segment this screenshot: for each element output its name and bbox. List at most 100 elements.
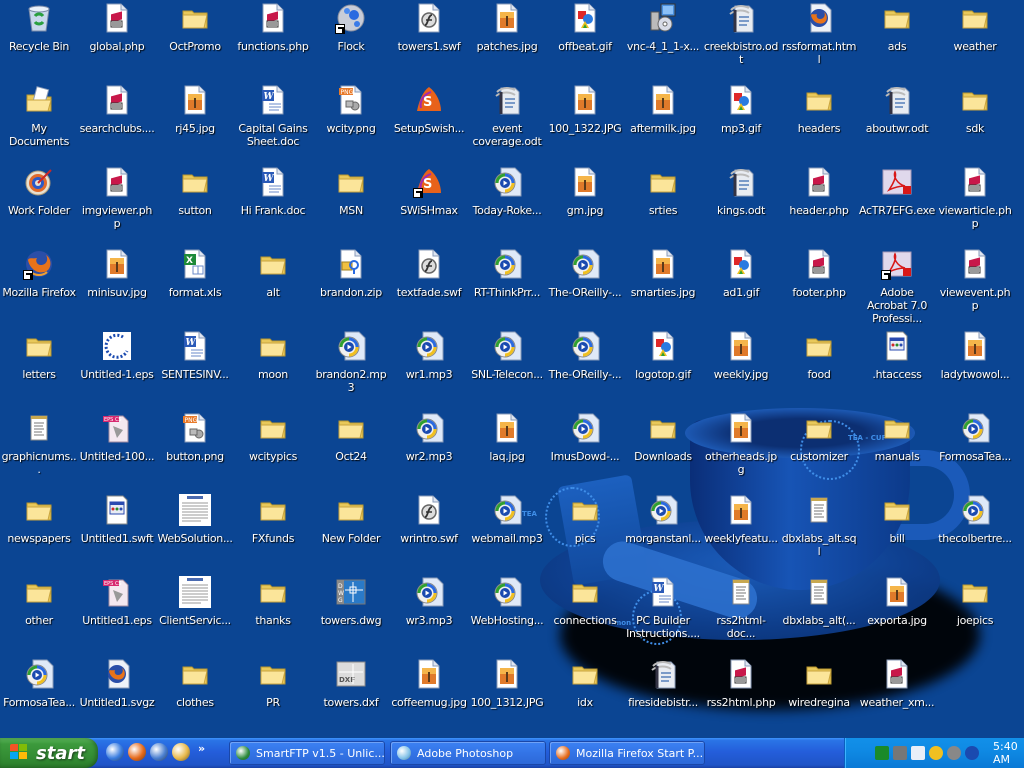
desktop-icon[interactable]: weather_xm... bbox=[858, 656, 936, 734]
desktop-icon[interactable]: thanks bbox=[234, 574, 312, 652]
desktop-icon[interactable]: My Documents bbox=[0, 82, 78, 160]
desktop-icon[interactable]: thecolbertre... bbox=[936, 492, 1014, 570]
desktop-icon[interactable]: customizer bbox=[780, 410, 858, 488]
desktop-icon[interactable]: Recycle Bin bbox=[0, 0, 78, 78]
desktop-icon[interactable]: Adobe Acrobat 7.0 Professi... bbox=[858, 246, 936, 325]
desktop-icon[interactable]: event coverage.odt bbox=[468, 82, 546, 160]
desktop-icon[interactable]: .htaccess bbox=[858, 328, 936, 406]
desktop-icon[interactable]: weekly.jpg bbox=[702, 328, 780, 406]
desktop-icon[interactable]: moon bbox=[234, 328, 312, 406]
desktop-icon[interactable]: WebHosting... bbox=[468, 574, 546, 652]
desktop-icon[interactable]: MSN bbox=[312, 164, 390, 242]
desktop-icon[interactable]: FormosaTea... bbox=[936, 410, 1014, 488]
desktop-icon[interactable]: coffeemug.jpg bbox=[390, 656, 468, 734]
desktop-icon[interactable]: header.php bbox=[780, 164, 858, 242]
desktop-icon[interactable]: wr1.mp3 bbox=[390, 328, 468, 406]
clock[interactable]: 5:40 AM bbox=[993, 740, 1024, 766]
desktop-icon[interactable]: food bbox=[780, 328, 858, 406]
start-button[interactable]: start bbox=[0, 738, 98, 768]
desktop-icon[interactable]: Work Folder bbox=[0, 164, 78, 242]
desktop[interactable]: TEA - CUP TEA mon Recycle Bin My Document… bbox=[0, 0, 1024, 738]
desktop-icon[interactable]: EPS CS Untitled1.eps bbox=[78, 574, 156, 652]
desktop-icon[interactable]: footer.php bbox=[780, 246, 858, 324]
desktop-icon[interactable]: ladytwowol... bbox=[936, 328, 1014, 406]
desktop-icon[interactable]: aftermilk.jpg bbox=[624, 82, 702, 160]
connection-icon[interactable] bbox=[929, 746, 943, 760]
printer-icon[interactable] bbox=[893, 746, 907, 760]
desktop-icon[interactable]: rj45.jpg bbox=[156, 82, 234, 160]
desktop-icon[interactable]: The-OReilly-... bbox=[546, 246, 624, 324]
desktop-icon[interactable]: connections bbox=[546, 574, 624, 652]
desktop-icon[interactable]: exporta.jpg bbox=[858, 574, 936, 652]
desktop-icon[interactable]: newspapers bbox=[0, 492, 78, 570]
desktop-icon[interactable]: brandon.zip bbox=[312, 246, 390, 324]
desktop-icon[interactable]: global.php bbox=[78, 0, 156, 78]
desktop-icon[interactable]: imgviewer.php bbox=[78, 164, 156, 242]
taskbar-button[interactable]: SmartFTP v1.5 - Unlic... bbox=[229, 741, 385, 765]
desktop-icon[interactable]: dbxlabs_alt.sql bbox=[780, 492, 858, 570]
desktop-icon[interactable]: Untitled1.svgz bbox=[78, 656, 156, 734]
desktop-icon[interactable]: DXF towers.dxf bbox=[312, 656, 390, 734]
desktop-icon[interactable]: bill bbox=[858, 492, 936, 570]
desktop-icon[interactable]: 100_1322.JPG bbox=[546, 82, 624, 160]
desktop-icon[interactable]: W Capital Gains Sheet.doc bbox=[234, 82, 312, 160]
desktop-icon[interactable]: manuals bbox=[858, 410, 936, 488]
desktop-icon[interactable]: PNG button.png bbox=[156, 410, 234, 488]
desktop-icon[interactable]: pics bbox=[546, 492, 624, 570]
quick-launch-more-button[interactable]: » bbox=[198, 742, 205, 755]
desktop-icon[interactable]: Downloads bbox=[624, 410, 702, 488]
desktop-icon[interactable]: Mozilla Firefox bbox=[0, 246, 78, 324]
desktop-icon[interactable]: logotop.gif bbox=[624, 328, 702, 406]
desktop-icon[interactable]: laq.jpg bbox=[468, 410, 546, 488]
desktop-icon[interactable]: otherheads.jpg bbox=[702, 410, 780, 488]
desktop-icon[interactable]: Today-Roke... bbox=[468, 164, 546, 242]
desktop-icon[interactable]: viewarticle.php bbox=[936, 164, 1014, 242]
network-monitor-icon[interactable] bbox=[911, 746, 925, 760]
desktop-icon[interactable]: 100_1312.JPG bbox=[468, 656, 546, 734]
taskbar-button[interactable]: Mozilla Firefox Start P... bbox=[549, 741, 705, 765]
desktop-icon[interactable]: letters bbox=[0, 328, 78, 406]
desktop-icon[interactable]: ad1.gif bbox=[702, 246, 780, 324]
desktop-icon[interactable]: kings.odt bbox=[702, 164, 780, 242]
desktop-icon[interactable]: functions.php bbox=[234, 0, 312, 78]
desktop-icon[interactable]: aboutwr.odt bbox=[858, 82, 936, 160]
desktop-icon[interactable]: creekbistro.odt bbox=[702, 0, 780, 78]
desktop-icon[interactable]: sdk bbox=[936, 82, 1014, 160]
desktop-icon[interactable]: towers1.swf bbox=[390, 0, 468, 78]
desktop-icon[interactable]: rss2html.php bbox=[702, 656, 780, 734]
desktop-icon[interactable]: New Folder bbox=[312, 492, 390, 570]
desktop-icon[interactable]: RT-ThinkPrr... bbox=[468, 246, 546, 324]
desktop-icon[interactable]: PR bbox=[234, 656, 312, 734]
desktop-icon[interactable]: viewevent.php bbox=[936, 246, 1014, 324]
desktop-icon[interactable]: ads bbox=[858, 0, 936, 78]
desktop-icon[interactable]: wr2.mp3 bbox=[390, 410, 468, 488]
firefox-icon[interactable] bbox=[128, 743, 146, 761]
desktop-icon[interactable]: SNL-Telecon... bbox=[468, 328, 546, 406]
desktop-icon[interactable]: sutton bbox=[156, 164, 234, 242]
desktop-icon[interactable]: Untitled-1.eps bbox=[78, 328, 156, 406]
thunderbird-icon[interactable] bbox=[150, 743, 168, 761]
desktop-icon[interactable]: PNG wcity.png bbox=[312, 82, 390, 160]
show-desktop-icon[interactable] bbox=[106, 743, 124, 761]
desktop-icon[interactable]: textfade.swf bbox=[390, 246, 468, 324]
desktop-icon[interactable]: wr3.mp3 bbox=[390, 574, 468, 652]
taskbar-button[interactable]: Adobe Photoshop bbox=[390, 741, 546, 765]
desktop-icon[interactable]: S SetupSwish... bbox=[390, 82, 468, 160]
desktop-icon[interactable]: minisuv.jpg bbox=[78, 246, 156, 324]
desktop-icon[interactable]: webmail.mp3 bbox=[468, 492, 546, 570]
desktop-icon[interactable]: dbxlabs_alt(... bbox=[780, 574, 858, 652]
desktop-icon[interactable]: EPS CS Untitled-100... bbox=[78, 410, 156, 488]
desktop-icon[interactable]: rssformat.html bbox=[780, 0, 858, 78]
desktop-icon[interactable]: joepics bbox=[936, 574, 1014, 652]
desktop-icon[interactable]: FormosaTea... bbox=[0, 656, 78, 734]
desktop-icon[interactable]: OctPromo bbox=[156, 0, 234, 78]
desktop-icon[interactable]: srties bbox=[624, 164, 702, 242]
desktop-icon[interactable]: alt bbox=[234, 246, 312, 324]
desktop-icon[interactable]: FXfunds bbox=[234, 492, 312, 570]
messenger-icon[interactable] bbox=[965, 746, 979, 760]
desktop-icon[interactable]: W Hi Frank.doc bbox=[234, 164, 312, 242]
desktop-icon[interactable]: ImusDowd-... bbox=[546, 410, 624, 488]
desktop-icon[interactable]: searchclubs.... bbox=[78, 82, 156, 160]
desktop-icon[interactable]: W SENTESINV... bbox=[156, 328, 234, 406]
desktop-icon[interactable]: patches.jpg bbox=[468, 0, 546, 78]
